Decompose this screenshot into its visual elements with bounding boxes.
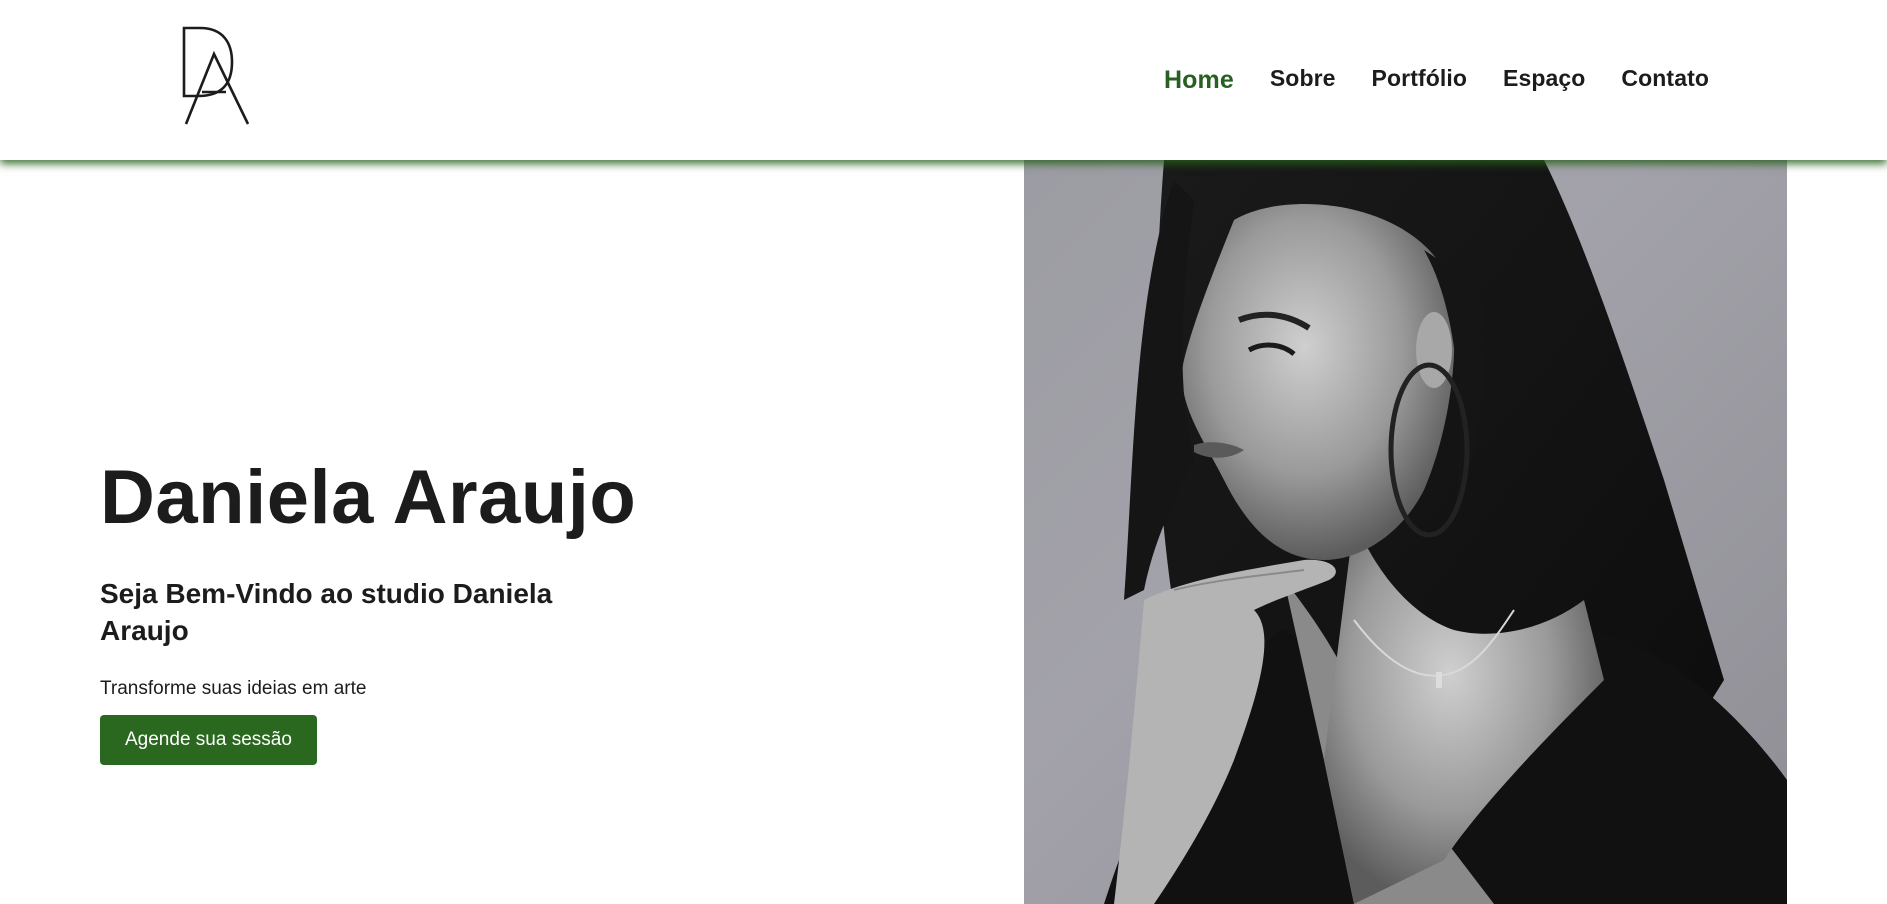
site-header: Home Sobre Portfólio Espaço Contato <box>0 0 1887 160</box>
page: Home Sobre Portfólio Espaço Contato Dani… <box>0 0 1887 904</box>
portrait-illustration <box>1104 160 1787 904</box>
da-monogram-logo[interactable] <box>178 24 254 128</box>
nav-sobre[interactable]: Sobre <box>1252 61 1354 96</box>
nav-portfolio[interactable]: Portfólio <box>1354 61 1485 96</box>
nav-home[interactable]: Home <box>1146 62 1252 99</box>
main-nav: Home Sobre Portfólio Espaço Contato <box>1146 58 1727 99</box>
portrait-photo <box>1024 160 1787 904</box>
nav-espaco[interactable]: Espaço <box>1485 61 1603 96</box>
nav-contato[interactable]: Contato <box>1603 61 1727 96</box>
book-session-button[interactable]: Agende sua sessão <box>100 715 317 765</box>
hero-tagline: Transforme suas ideias em arte <box>100 678 367 699</box>
hero-title: Daniela Araujo <box>100 455 637 540</box>
hero-subtitle: Seja Bem-Vindo ao studio Daniela Araujo <box>100 578 553 646</box>
hero-section: Daniela Araujo Seja Bem-Vindo ao studio … <box>100 455 660 765</box>
